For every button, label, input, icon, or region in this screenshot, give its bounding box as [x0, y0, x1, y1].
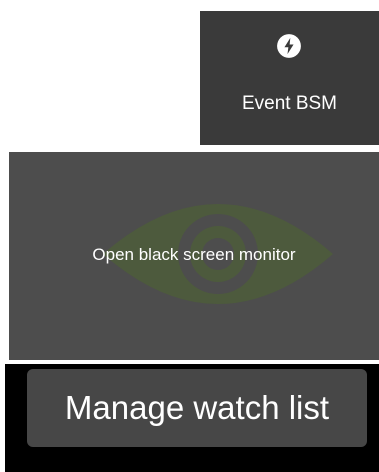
open-black-screen-monitor-label: Open black screen monitor: [92, 245, 296, 264]
event-bsm-button[interactable]: Event BSM: [200, 11, 379, 145]
watch-list-bar: Manage watch list: [5, 364, 379, 472]
open-black-screen-monitor-button[interactable]: Open black screen monitor: [9, 152, 379, 360]
event-bsm-label: Event BSM: [241, 93, 338, 114]
manage-watch-list-button[interactable]: Manage watch list: [27, 369, 367, 447]
lightning-bolt-icon: [277, 34, 301, 58]
